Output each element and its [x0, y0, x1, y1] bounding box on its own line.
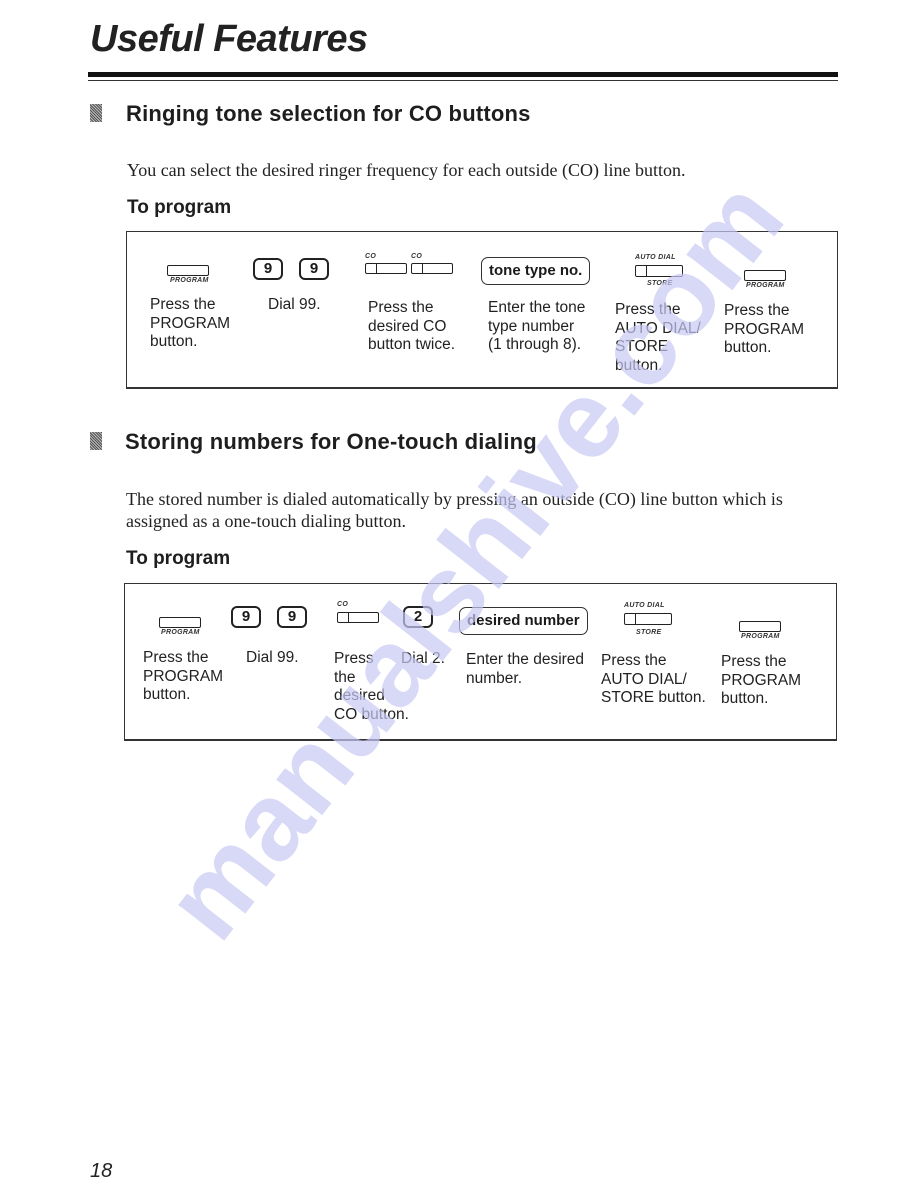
co-key-caption: CO [365, 253, 377, 260]
step-text: Dial 2. [401, 650, 445, 667]
auto-dial-caption: AUTO DIAL [635, 254, 676, 261]
section-bullet-icon [90, 432, 102, 450]
digit-key-2: 2 [403, 606, 433, 628]
step-text: Dial 99. [246, 649, 299, 666]
step-text: Press the desired CO button twice. [368, 299, 456, 353]
co-key-icon [411, 263, 453, 274]
co-key-caption: CO [337, 601, 349, 608]
header-rule-thick [88, 72, 838, 77]
to-program-heading: To program [126, 548, 231, 569]
co-key-caption: CO [411, 253, 423, 260]
to-program-heading: To program [127, 197, 232, 218]
digit-key-9: 9 [231, 606, 261, 628]
program-key-caption: PROGRAM [746, 282, 785, 289]
step-text: Press the PROGRAM button. [724, 302, 805, 356]
section-title-one-touch: Storing numbers for One-touch dialing [125, 429, 537, 454]
program-key-icon [744, 270, 786, 281]
co-key-icon [337, 612, 379, 623]
auto-dial-store-key-icon [624, 613, 672, 625]
store-caption: STORE [647, 280, 673, 287]
co-key-icon [365, 263, 407, 274]
step-text: Press the AUTO DIAL/ STORE button. [615, 301, 701, 374]
step-text: Enter the tone type number (1 through 8)… [488, 299, 586, 353]
auto-dial-store-key-icon [635, 265, 683, 277]
program-key-caption: PROGRAM [741, 633, 780, 640]
page-number: 18 [90, 1160, 113, 1182]
digit-key-9: 9 [277, 606, 307, 628]
header-rule-thin [88, 80, 838, 81]
store-caption: STORE [636, 629, 662, 636]
program-key-icon [739, 621, 781, 632]
auto-dial-caption: AUTO DIAL [624, 602, 665, 609]
program-key-icon [159, 617, 201, 628]
program-key-icon [167, 265, 209, 276]
page-title: Useful Features [90, 18, 368, 60]
step-text: Press the PROGRAM button. [143, 649, 224, 703]
step-text: Press the PROGRAM button. [150, 296, 231, 350]
program-steps-box-one-touch: PROGRAM 9 9 CO 2 desired number AUTO DIA… [124, 583, 837, 741]
desired-number-entry-key: desired number [459, 607, 588, 635]
step-text: Enter the desired number. [466, 651, 585, 687]
section-title-ringing-tone: Ringing tone selection for CO buttons [126, 101, 531, 126]
program-key-caption: PROGRAM [170, 277, 209, 284]
section-intro: You can select the desired ringer freque… [127, 160, 686, 180]
program-steps-box-ringing: PROGRAM 9 9 CO CO tone type no. AUTO DIA… [126, 231, 838, 389]
step-text: Press the AUTO DIAL/ STORE button. [601, 652, 706, 706]
step-text: Press the desired CO button. [334, 650, 409, 723]
step-text: Dial 99. [268, 296, 321, 313]
digit-key-9: 9 [299, 258, 329, 280]
section-bullet-icon [90, 104, 102, 122]
section-intro: The stored number is dialed automaticall… [126, 489, 783, 531]
program-key-caption: PROGRAM [161, 629, 200, 636]
digit-key-9: 9 [253, 258, 283, 280]
tone-type-entry-key: tone type no. [481, 257, 591, 285]
step-text: Press the PROGRAM button. [721, 653, 802, 707]
